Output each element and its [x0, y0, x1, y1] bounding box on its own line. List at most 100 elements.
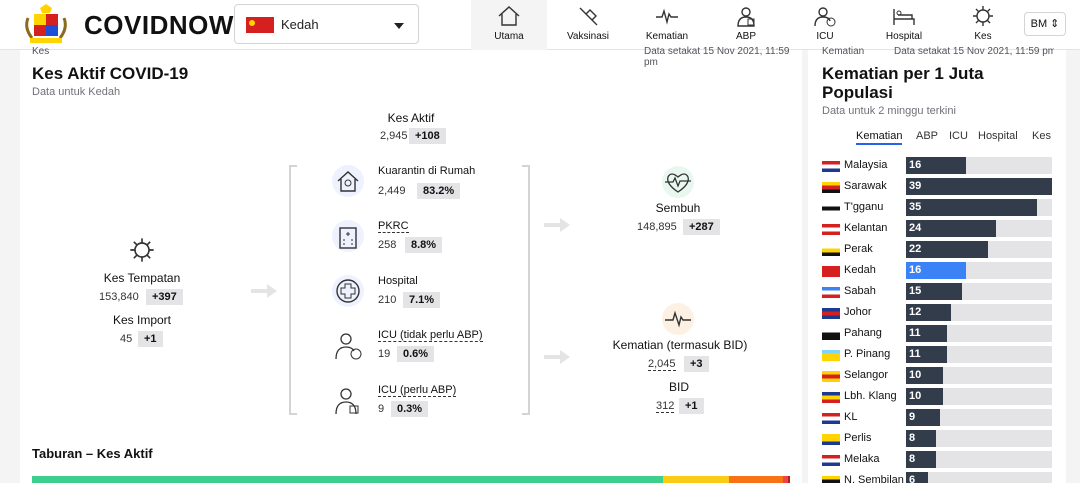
coat-of-arms-logo[interactable] [20, 4, 72, 46]
state-row[interactable]: Pahang 11 [822, 325, 1054, 343]
item-label[interactable]: ICU (tidak perlu ABP) [378, 329, 483, 342]
state-row[interactable]: N. Sembilan 6 [822, 472, 1054, 483]
item-percent: 0.6% [397, 346, 435, 362]
brand-title[interactable]: COVIDNOW [84, 10, 234, 41]
state-row[interactable]: Kelantan 24 [822, 220, 1054, 238]
bar-fill: 22 [906, 241, 989, 258]
data-timestamp: Data setakat 15 Nov 2021, 11:59 pm [894, 46, 1054, 57]
nav-label: Vaksinasi [566, 31, 610, 42]
nav-hospital[interactable]: Hospital [866, 0, 942, 50]
bid-delta: +1 [679, 398, 704, 414]
flow-arrow-icon [544, 218, 570, 232]
state-row[interactable]: Selangor 10 [822, 367, 1054, 385]
bar-value: 15 [909, 285, 922, 297]
language-select[interactable]: BM ⇕ [1024, 12, 1066, 36]
card-subtitle: Data untuk Kedah [32, 86, 121, 98]
medical-cross-icon [332, 275, 364, 307]
tab-icu[interactable]: ICU [949, 130, 968, 142]
bar-fill: 16 [906, 157, 966, 174]
nav-utama[interactable]: Utama [471, 0, 547, 50]
bar-value: 35 [909, 201, 922, 213]
state-flag-icon [822, 161, 840, 172]
state-name: P. Pinang [844, 348, 891, 360]
state-name: KL [844, 411, 858, 423]
language-value: BM [1030, 18, 1048, 30]
bar-track: 35 [906, 199, 1052, 216]
kedah-flag-icon [246, 17, 274, 33]
nav-icu[interactable]: ICU [787, 0, 863, 50]
local-cases-value: 153,840 [99, 291, 139, 303]
ventilator-patient-icon [332, 384, 364, 416]
nav-vaksinasi[interactable]: Vaksinasi [550, 0, 626, 50]
bar-track: 8 [906, 451, 1052, 468]
bar-track: 16 [906, 157, 1052, 174]
state-name: T'gganu [844, 201, 884, 213]
state-name: Melaka [844, 453, 880, 465]
state-name: N. Sembilan [844, 474, 904, 483]
recovered-label: Sembuh [655, 201, 701, 215]
pulse-icon [662, 303, 694, 335]
import-cases-value: 45 [120, 333, 133, 345]
distribution-segment [32, 476, 663, 483]
state-name: Kedah [844, 264, 876, 276]
distribution-segment [787, 476, 790, 483]
bar-track: 10 [906, 367, 1052, 384]
state-name: Kelantan [844, 222, 888, 234]
state-dropdown-value: Kedah [281, 17, 319, 32]
tab-kematian[interactable]: Kematian [856, 130, 903, 145]
state-row[interactable]: P. Pinang 11 [822, 346, 1054, 364]
card-title-line2: Populasi [822, 83, 893, 102]
state-name: Malaysia [844, 159, 888, 171]
nav-kes[interactable]: Kes [945, 0, 1021, 50]
state-flag-icon [822, 434, 840, 445]
bar-value: 10 [909, 390, 922, 402]
card-title-line1: Kematian per 1 Juta [822, 64, 984, 83]
state-flag-icon [822, 329, 840, 340]
bracket-left [289, 165, 297, 415]
bar-fill: 10 [906, 367, 944, 384]
tab-kes[interactable]: Kes [1032, 130, 1051, 142]
deaths-value[interactable]: 2,045 [648, 358, 676, 371]
item-label[interactable]: PKRC [378, 220, 409, 233]
state-row[interactable]: Perak 22 [822, 241, 1054, 259]
ventilator-icon [737, 7, 755, 27]
state-name: Perak [844, 243, 873, 255]
state-row[interactable]: Sabah 15 [822, 283, 1054, 301]
state-row[interactable]: Lbh. Klang 10 [822, 388, 1054, 406]
card-subtitle: Data untuk 2 minggu terkini [822, 105, 956, 117]
bar-fill: 35 [906, 199, 1038, 216]
item-label[interactable]: ICU (perlu ABP) [378, 384, 457, 397]
bar-fill: 6 [906, 472, 929, 483]
state-flag-icon [822, 308, 840, 319]
state-row[interactable]: Malaysia 16 [822, 157, 1054, 175]
bar-track: 8 [906, 430, 1052, 447]
bar-value: 16 [909, 159, 922, 171]
nav-label: Kes [974, 31, 992, 42]
state-row[interactable]: KL 9 [822, 409, 1054, 427]
bar-fill: 8 [906, 451, 936, 468]
nav-abp[interactable]: ABP [708, 0, 784, 50]
state-flag-icon [822, 371, 840, 382]
state-row[interactable]: T'gganu 35 [822, 199, 1054, 217]
import-cases-label: Kes Import [112, 313, 172, 327]
flow-arrow-icon [544, 350, 570, 364]
state-row[interactable]: Melaka 8 [822, 451, 1054, 469]
tab-abp[interactable]: ABP [916, 130, 938, 142]
bar-value: 16 [909, 264, 922, 276]
nav-label: ICU [816, 31, 834, 42]
bracket-right [522, 165, 530, 415]
state-row[interactable]: Kedah 16 [822, 262, 1054, 280]
data-timestamp: Data setakat 15 Nov 2021, 11:59 pm [644, 46, 790, 68]
state-row[interactable]: Perlis 8 [822, 430, 1054, 448]
nav-label: Kematian [645, 31, 689, 42]
tab-hospital[interactable]: Hospital [978, 130, 1018, 142]
deaths-delta: +3 [684, 356, 709, 372]
state-flag-icon [822, 182, 840, 193]
building-icon [332, 220, 364, 252]
icu-icon [814, 7, 836, 27]
state-row[interactable]: Johor 12 [822, 304, 1054, 322]
state-row[interactable]: Sarawak 39 [822, 178, 1054, 196]
state-dropdown[interactable]: Kedah [234, 4, 419, 44]
bid-value[interactable]: 312 [656, 400, 675, 413]
nav-kematian[interactable]: Kematian [629, 0, 705, 50]
